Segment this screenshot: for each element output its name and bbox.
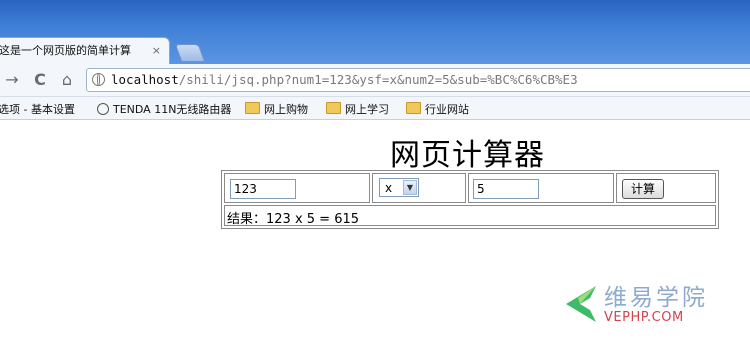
folder-icon [326,102,341,114]
bookmark-tenda-label: TENDA 11N无线路由器 [113,103,232,116]
bookmarks-bar: 选项 - 基本设置 TENDA 11N无线路由器 网上购物 网上学习 行业网站 [0,97,750,120]
forward-icon[interactable]: → [2,70,22,89]
tab-close-icon[interactable]: × [152,38,161,64]
bookmark-folder-label: 行业网站 [425,103,469,116]
browser-titlebar: 这是一个网页版的简单计算 × [0,0,750,64]
bookmark-folder-learning[interactable]: 网上学习 [326,101,389,117]
operator-select[interactable]: x ▼ [379,178,419,197]
address-bar[interactable]: localhost/shili/jsq.php?num1=123&ysf=x&n… [86,68,750,92]
bookmark-folder-industry[interactable]: 行业网站 [406,101,469,117]
num2-input[interactable] [473,179,539,199]
result-text: 结果：123 x 5 = 615 [227,212,360,227]
num1-cell [224,173,370,203]
logo-chevron-icon [566,286,596,322]
operator-cell: x ▼ [372,173,466,203]
bookmark-folder-label: 网上购物 [264,103,308,116]
browser-tab[interactable]: 这是一个网页版的简单计算 × [0,37,170,64]
num2-cell [468,173,614,203]
bookmark-options[interactable]: 选项 - 基本设置 [0,101,75,117]
chevron-down-icon: ▼ [403,180,417,195]
new-tab-button[interactable] [174,44,206,62]
url-path: /shili/jsq.php?num1=123&ysf=x&num2=5&sub… [178,72,578,87]
url-text[interactable]: localhost/shili/jsq.php?num1=123&ysf=x&n… [111,72,578,87]
home-icon[interactable]: ⌂ [57,70,77,89]
submit-cell: 计算 [616,173,716,203]
calculate-button[interactable]: 计算 [622,179,664,199]
operator-value: x [385,181,393,195]
num1-input[interactable] [230,179,296,199]
bookmark-tenda[interactable]: TENDA 11N无线路由器 [97,101,231,117]
calculator-form: x ▼ 计算 结果：123 x 5 = 615 [221,170,719,229]
page-title: 网页计算器 [390,138,545,173]
watermark-logo: 维易学院 VEPHP.COM [556,278,746,328]
watermark-en-text: VEPHP.COM [604,310,684,325]
result-cell: 结果：123 x 5 = 615 [224,205,716,227]
watermark-cn-text: 维易学院 [604,285,708,311]
tab-title: 这是一个网页版的简单计算 [0,44,131,57]
globe-icon [92,73,105,86]
reload-icon[interactable]: C [30,70,50,89]
url-host: localhost [111,72,179,87]
bookmark-folder-label: 网上学习 [345,103,389,116]
tenda-globe-icon [97,103,109,115]
folder-icon [406,102,421,114]
bookmark-folder-shopping[interactable]: 网上购物 [245,101,308,117]
folder-icon [245,102,260,114]
